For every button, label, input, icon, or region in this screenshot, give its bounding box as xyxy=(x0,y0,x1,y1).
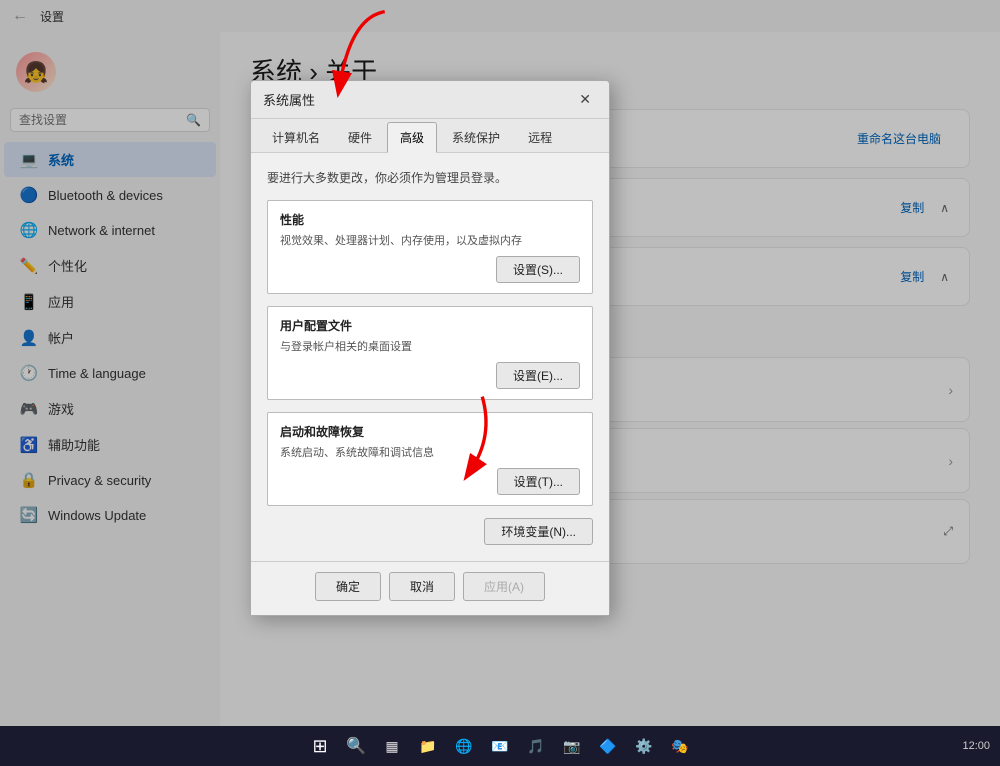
cancel-button[interactable]: 取消 xyxy=(389,572,455,601)
taskbar: ⊞ 🔍 ▦ 📁 🌐 📧 🎵 📷 🔷 ⚙️ 🎭 12:00 xyxy=(0,726,1000,766)
dialog-tabs: 计算机名硬件高级系统保护远程 xyxy=(251,119,609,153)
system-properties-dialog: 系统属性 ✕ 计算机名硬件高级系统保护远程 要进行大多数更改，你必须作为管理员登… xyxy=(250,80,610,616)
group-btn-1[interactable]: 设置(E)... xyxy=(496,362,580,389)
dialog-env-btn-container: 环境变量(N)... xyxy=(267,518,593,545)
modal-overlay: 系统属性 ✕ 计算机名硬件高级系统保护远程 要进行大多数更改，你必须作为管理员登… xyxy=(0,0,1000,766)
group-title-2: 启动和故障恢复 xyxy=(280,423,580,440)
taskbar-center: ⊞ 🔍 ▦ 📁 🌐 📧 🎵 📷 🔷 ⚙️ 🎭 xyxy=(304,730,696,762)
dialog-footer: 确定 取消 应用(A) xyxy=(251,561,609,615)
taskbar-files-icon[interactable]: 📁 xyxy=(412,730,444,762)
dialog-info-text: 要进行大多数更改，你必须作为管理员登录。 xyxy=(267,169,593,186)
taskbar-photo-icon[interactable]: 📷 xyxy=(556,730,588,762)
group-title-0: 性能 xyxy=(280,211,580,228)
start-button[interactable]: ⊞ xyxy=(304,730,336,762)
group-title-1: 用户配置文件 xyxy=(280,317,580,334)
taskbar-settings-icon[interactable]: ⚙️ xyxy=(628,730,660,762)
group-btn-2[interactable]: 设置(T)... xyxy=(497,468,580,495)
dialog-content: 要进行大多数更改，你必须作为管理员登录。 性能 视觉效果、处理器计划、内存使用，… xyxy=(251,153,609,561)
group-desc-0: 视觉效果、处理器计划、内存使用，以及虚拟内存 xyxy=(280,232,580,248)
taskbar-game-icon[interactable]: 🎭 xyxy=(664,730,696,762)
dialog-close-button[interactable]: ✕ xyxy=(573,89,597,110)
dialog-groups-container: 性能 视觉效果、处理器计划、内存使用，以及虚拟内存 设置(S)... 用户配置文… xyxy=(267,200,593,506)
dialog-group-0: 性能 视觉效果、处理器计划、内存使用，以及虚拟内存 设置(S)... xyxy=(267,200,593,294)
dialog-tab-2[interactable]: 高级 xyxy=(387,122,437,153)
ok-button[interactable]: 确定 xyxy=(315,572,381,601)
taskbar-right: 12:00 xyxy=(962,740,990,752)
taskbar-browser-icon[interactable]: 🌐 xyxy=(448,730,480,762)
dialog-group-2: 启动和故障恢复 系统启动、系统故障和调试信息 设置(T)... xyxy=(267,412,593,506)
dialog-tab-4[interactable]: 远程 xyxy=(515,122,565,152)
taskbar-media-icon[interactable]: 🎵 xyxy=(520,730,552,762)
group-desc-2: 系统启动、系统故障和调试信息 xyxy=(280,444,580,460)
taskbar-widgets-icon[interactable]: ▦ xyxy=(376,730,408,762)
taskbar-search-icon[interactable]: 🔍 xyxy=(340,730,372,762)
group-desc-1: 与登录帐户相关的桌面设置 xyxy=(280,338,580,354)
dialog-titlebar: 系统属性 ✕ xyxy=(251,81,609,119)
group-btn-0[interactable]: 设置(S)... xyxy=(496,256,580,283)
dialog-tab-0[interactable]: 计算机名 xyxy=(259,122,333,152)
taskbar-mail-icon[interactable]: 📧 xyxy=(484,730,516,762)
dialog-tab-3[interactable]: 系统保护 xyxy=(439,122,513,152)
dialog-title: 系统属性 xyxy=(263,90,315,109)
dialog-tab-1[interactable]: 硬件 xyxy=(335,122,385,152)
apply-button[interactable]: 应用(A) xyxy=(463,572,545,601)
dialog-group-1: 用户配置文件 与登录帐户相关的桌面设置 设置(E)... xyxy=(267,306,593,400)
taskbar-time: 12:00 xyxy=(962,740,990,752)
env-variables-button[interactable]: 环境变量(N)... xyxy=(484,518,593,545)
taskbar-app-icon[interactable]: 🔷 xyxy=(592,730,624,762)
